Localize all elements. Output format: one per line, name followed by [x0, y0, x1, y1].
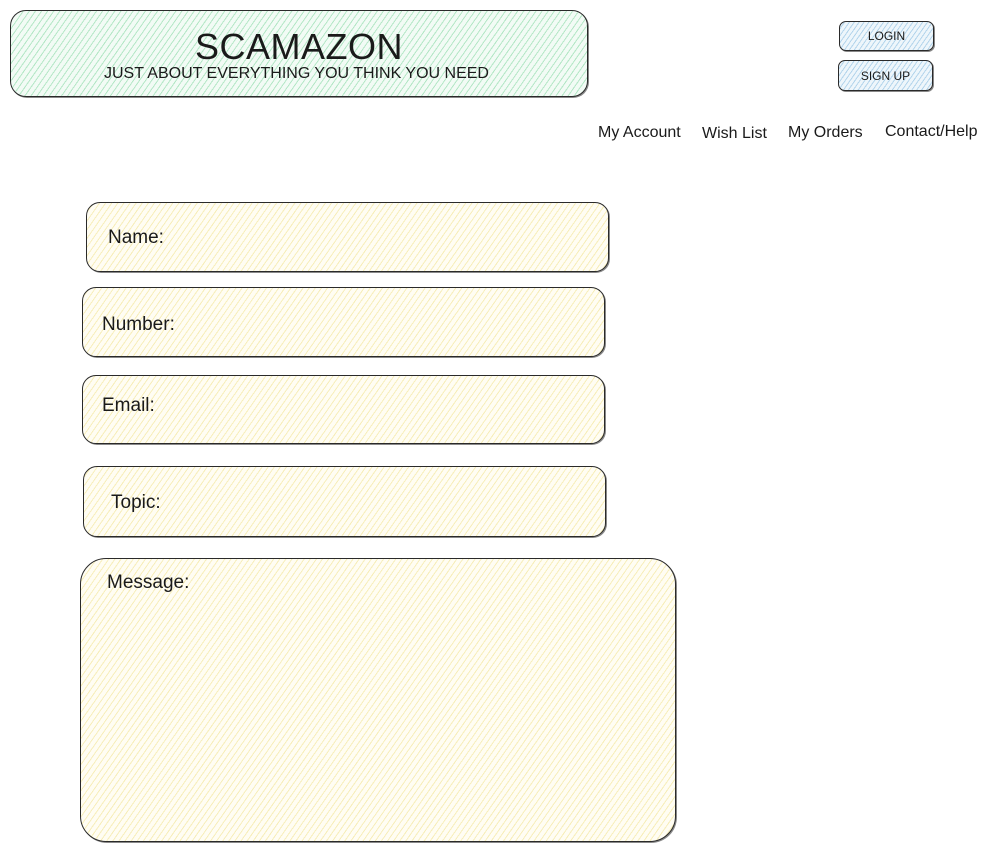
topic-field-label: Topic:	[111, 492, 161, 513]
number-field[interactable]: Number:	[82, 287, 605, 357]
contact-page: SCAMAZON JUST ABOUT EVERYTHING YOU THINK…	[0, 0, 987, 852]
login-button[interactable]: LOGIN	[839, 21, 934, 51]
brand-header[interactable]: SCAMAZON JUST ABOUT EVERYTHING YOU THINK…	[10, 10, 588, 97]
nav-contact-help[interactable]: Contact/Help	[885, 122, 978, 142]
name-field[interactable]: Name:	[86, 202, 609, 272]
email-field[interactable]: Email:	[82, 375, 605, 444]
nav-my-account[interactable]: My Account	[598, 123, 681, 143]
brand-title: SCAMAZON	[194, 26, 403, 67]
name-field-label: Name:	[108, 227, 164, 248]
message-field-label: Message:	[107, 572, 190, 593]
email-field-label: Email:	[102, 395, 155, 416]
nav-wish-list[interactable]: Wish List	[702, 124, 767, 144]
brand-tagline: JUST ABOUT EVERYTHING YOU THINK YOU NEED	[104, 65, 489, 82]
number-field-label: Number:	[102, 314, 175, 335]
topic-field[interactable]: Topic:	[83, 466, 606, 537]
signup-button[interactable]: SIGN UP	[838, 60, 933, 91]
message-field[interactable]: Message:	[80, 558, 676, 842]
nav-my-orders[interactable]: My Orders	[788, 123, 863, 143]
